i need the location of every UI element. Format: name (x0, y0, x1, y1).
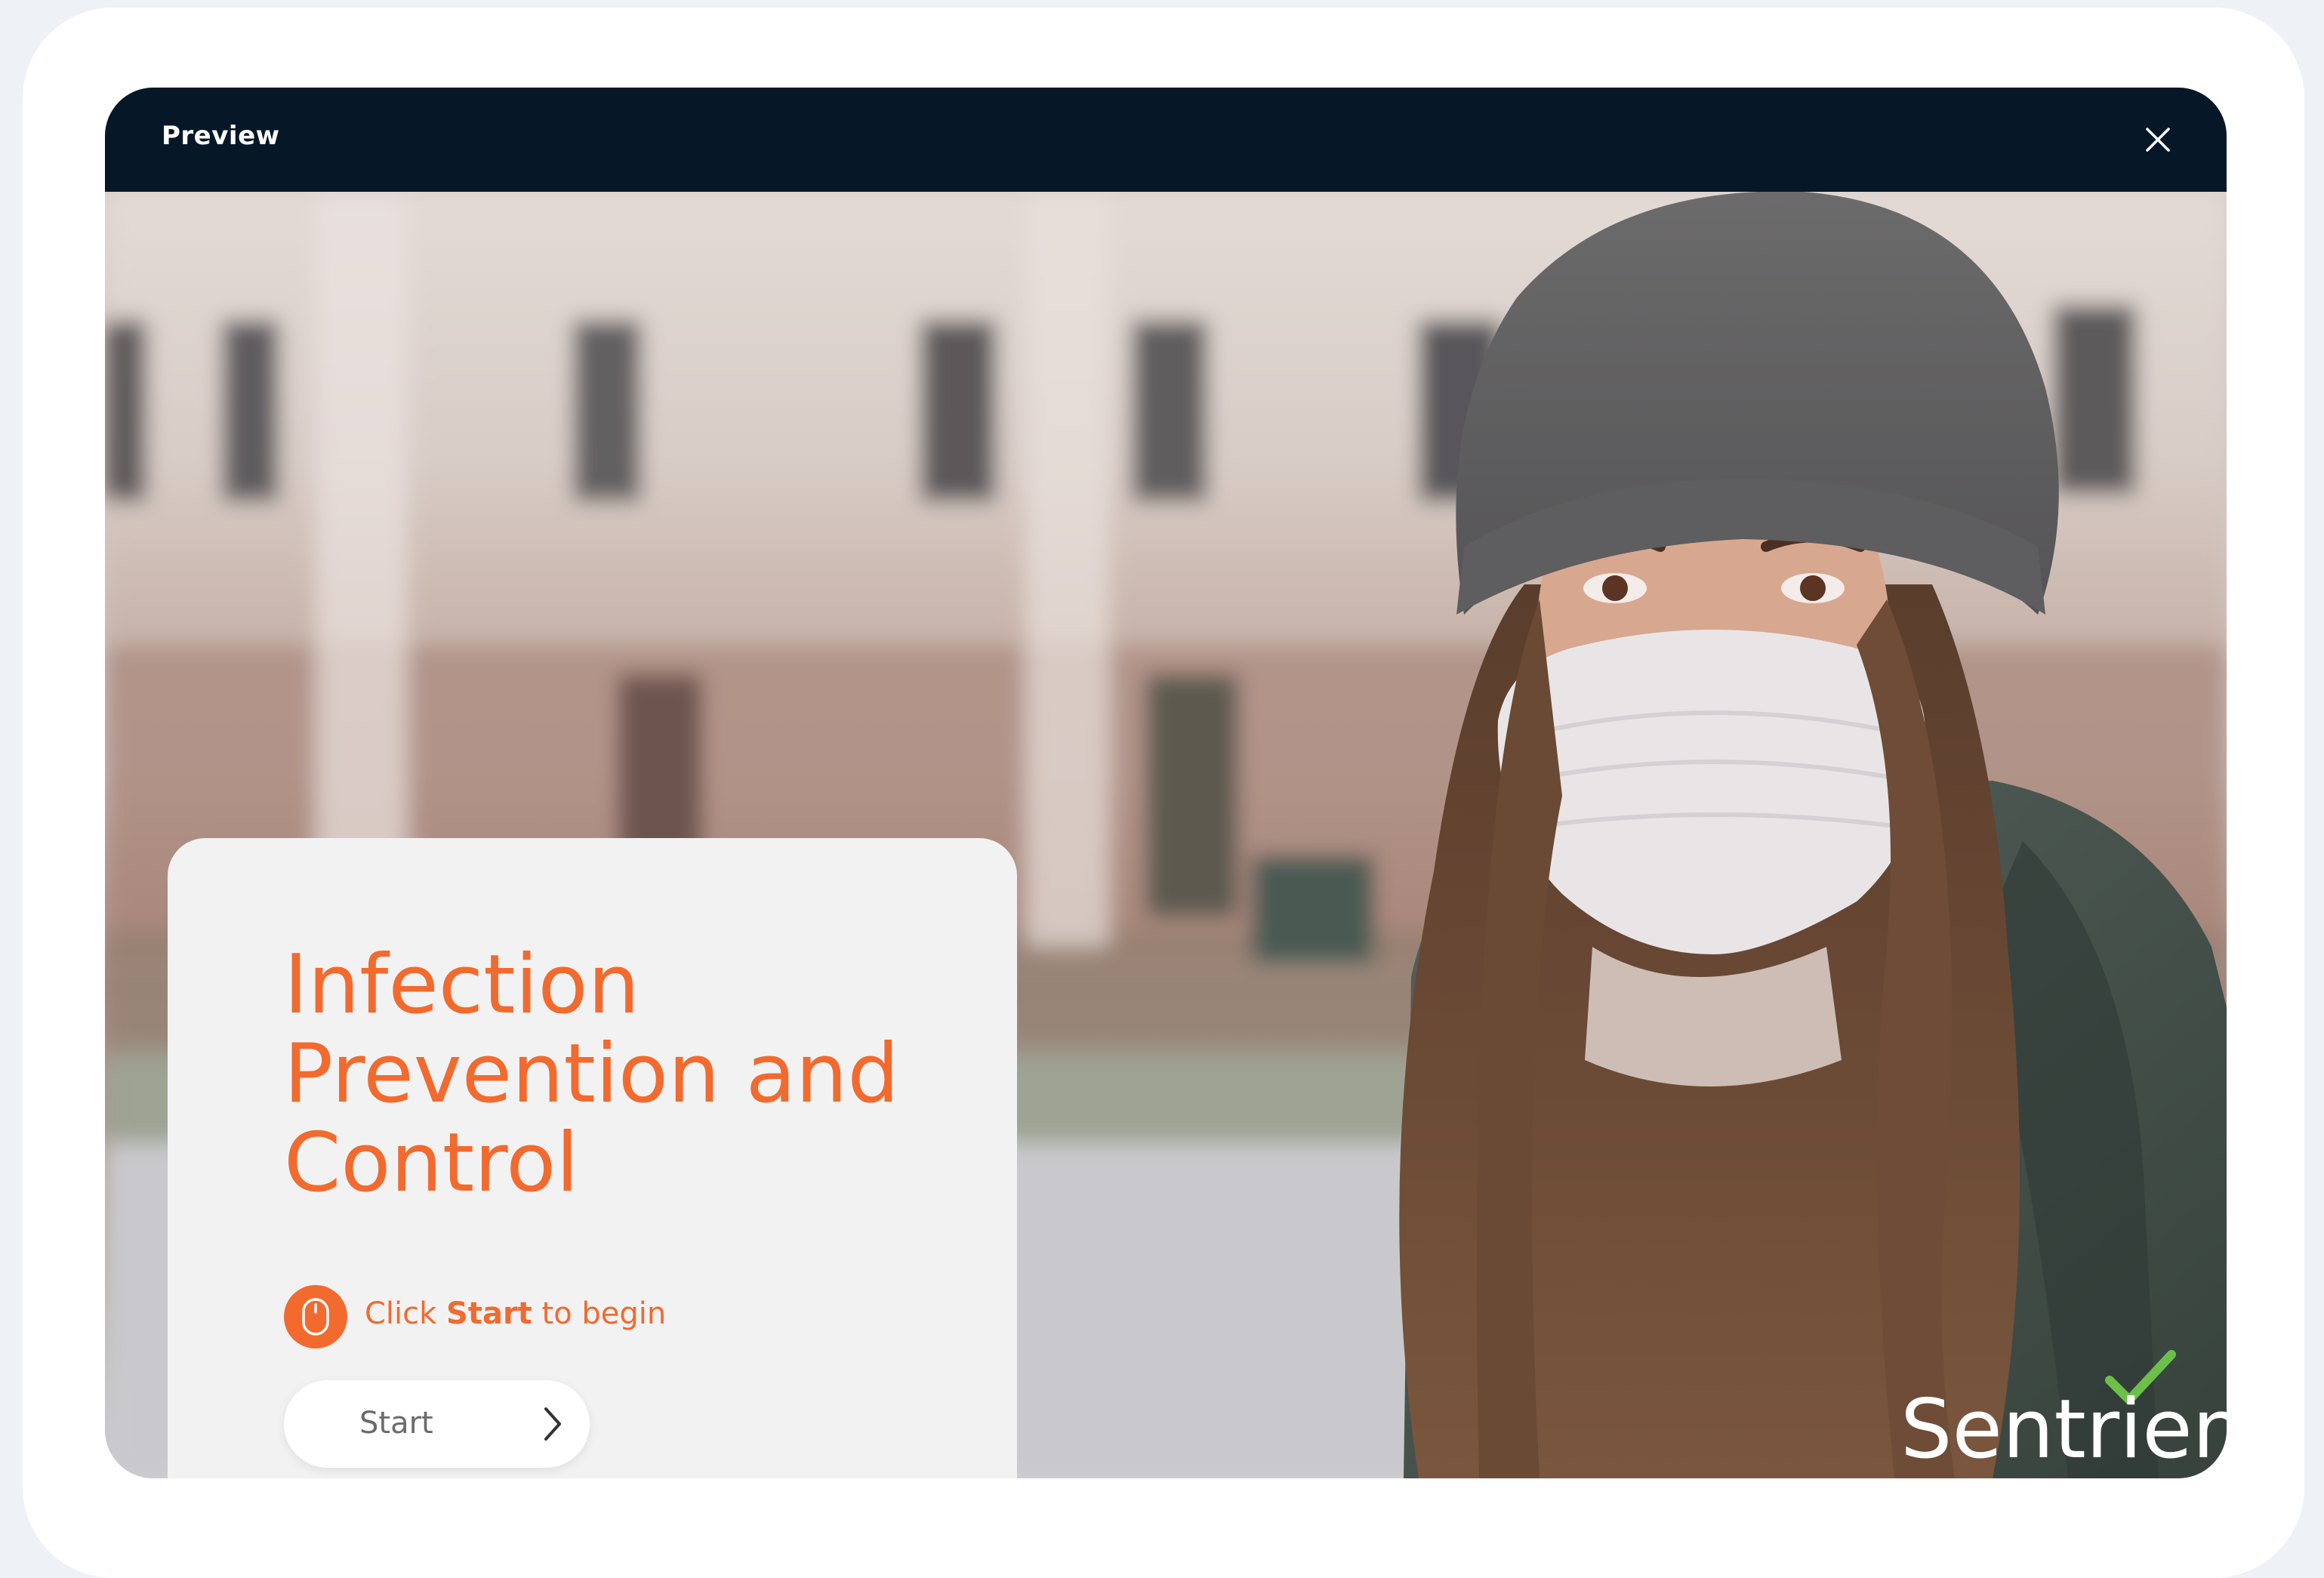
course-title-slide: Infection Prevention and Control Click S… (105, 192, 2227, 1478)
close-button[interactable] (2136, 118, 2180, 162)
modal-title: Preview (162, 121, 280, 151)
mouse-icon (302, 1298, 329, 1336)
course-title: Infection Prevention and Control (284, 938, 899, 1210)
instruction-keyword: Start (446, 1296, 532, 1331)
instruction-suffix: to begin (541, 1296, 667, 1331)
intro-panel: Infection Prevention and Control Click S… (168, 838, 1017, 1478)
instruction-prefix: Click (365, 1296, 437, 1331)
chevron-right-icon (544, 1407, 561, 1441)
start-button[interactable]: Start (284, 1380, 590, 1468)
preview-modal: Preview Infection Prevention and Control… (105, 88, 2227, 1478)
start-button-label: Start (359, 1406, 433, 1441)
mouse-icon-badge (284, 1285, 347, 1348)
start-instruction: Click Start to begin (365, 1296, 666, 1331)
modal-header: Preview (105, 88, 2227, 192)
close-icon (2146, 128, 2170, 152)
sentrient-logo: Sentrient (1894, 1347, 2227, 1475)
brand-name: Sentrient (1900, 1382, 2227, 1477)
